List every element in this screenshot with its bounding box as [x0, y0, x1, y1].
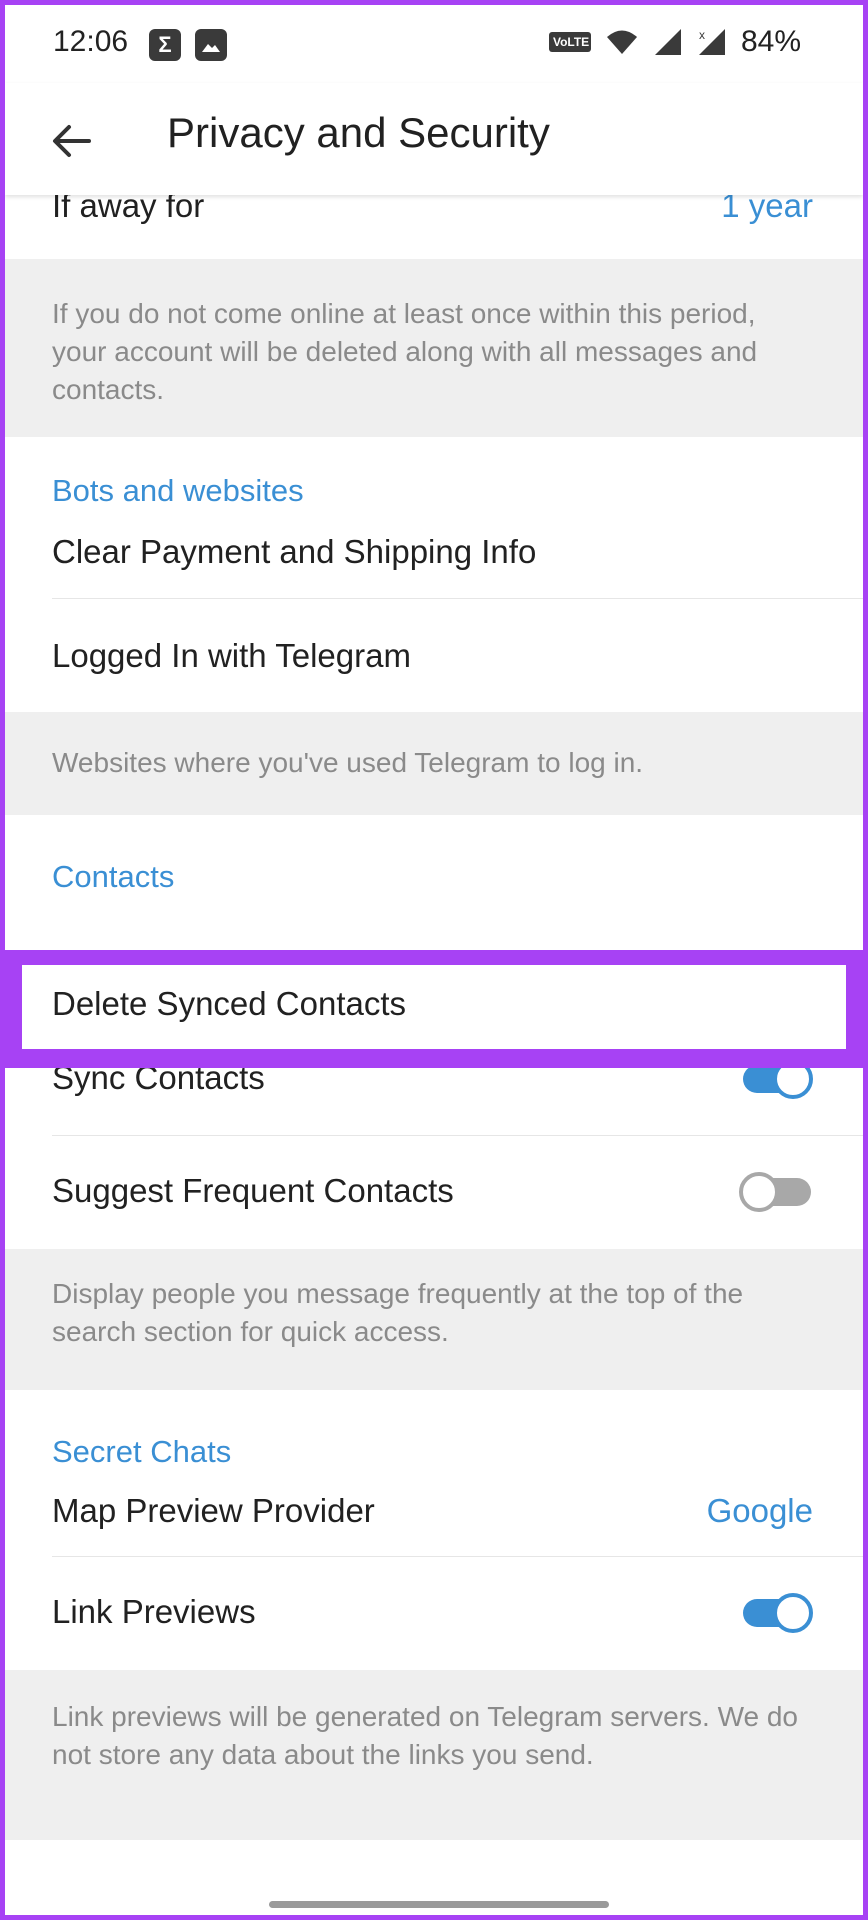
status-right-icons: VoLTE x 84% [548, 25, 801, 59]
away-info-text: If you do not come online at least once … [52, 298, 758, 405]
battery-percent: 84% [740, 25, 801, 58]
away-for-row[interactable]: If away for 1 year [5, 187, 863, 259]
clear-payment-label: Clear Payment and Shipping Info [52, 533, 537, 570]
link-previews-toggle[interactable] [739, 1591, 813, 1633]
suggest-info: Display people you message frequently at… [5, 1249, 863, 1390]
screen: 12:06 Σ VoLTE x 84% Privacy and Security… [0, 0, 868, 1920]
toggle-thumb [773, 1593, 813, 1633]
status-bar: 12:06 Σ VoLTE x 84% [5, 5, 863, 83]
clear-payment-row[interactable]: Clear Payment and Shipping Info [5, 517, 863, 599]
suggest-info-text: Display people you message frequently at… [52, 1278, 744, 1347]
signal-icon [654, 29, 681, 55]
volte-icon: VoLTE [548, 32, 591, 52]
back-button[interactable] [41, 111, 101, 171]
logged-in-row[interactable]: Logged In with Telegram [5, 599, 863, 712]
sigma-icon: Σ [149, 29, 181, 61]
delete-synced-row[interactable]: Delete Synced Contacts [22, 965, 846, 1049]
map-preview-label: Map Preview Provider [52, 1492, 375, 1529]
page-title: Privacy and Security [167, 109, 550, 156]
bots-section-title: Bots and websites [52, 473, 304, 508]
suggest-frequent-row[interactable]: Suggest Frequent Contacts [5, 1136, 863, 1249]
svg-text:x: x [699, 28, 705, 42]
image-icon [195, 29, 227, 61]
status-left-icons: Σ [149, 29, 227, 61]
signal-x-icon: x [698, 28, 725, 55]
status-time: 12:06 [53, 25, 129, 58]
websites-info: Websites where you've used Telegram to l… [5, 712, 863, 815]
secret-section-header: Secret Chats [5, 1390, 863, 1472]
wifi-icon [606, 30, 637, 54]
contacts-section-header: Contacts [5, 815, 863, 905]
logged-in-label: Logged In with Telegram [52, 637, 411, 674]
suggest-frequent-toggle[interactable] [739, 1170, 813, 1212]
away-info: If you do not come online at least once … [5, 259, 863, 437]
contacts-section-title: Contacts [52, 859, 175, 894]
home-indicator[interactable] [269, 1901, 609, 1908]
link-previews-row[interactable]: Link Previews [5, 1557, 863, 1670]
bots-section-header: Bots and websites [5, 437, 863, 517]
arrow-left-icon [53, 125, 91, 157]
delete-synced-label: Delete Synced Contacts [52, 985, 407, 1022]
link-previews-label: Link Previews [52, 1593, 256, 1630]
map-preview-row[interactable]: Map Preview Provider Google [5, 1472, 863, 1557]
link-info-text: Link previews will be generated on Teleg… [52, 1701, 799, 1770]
map-preview-value: Google [706, 1492, 813, 1529]
suggest-frequent-label: Suggest Frequent Contacts [52, 1172, 454, 1209]
toggle-thumb [739, 1172, 779, 1212]
highlight-band: Delete Synced Contacts [5, 950, 863, 1068]
websites-info-text: Websites where you've used Telegram to l… [52, 747, 644, 778]
secret-section-title: Secret Chats [52, 1434, 232, 1469]
app-header: Privacy and Security [5, 83, 863, 195]
link-info: Link previews will be generated on Teleg… [5, 1670, 863, 1840]
